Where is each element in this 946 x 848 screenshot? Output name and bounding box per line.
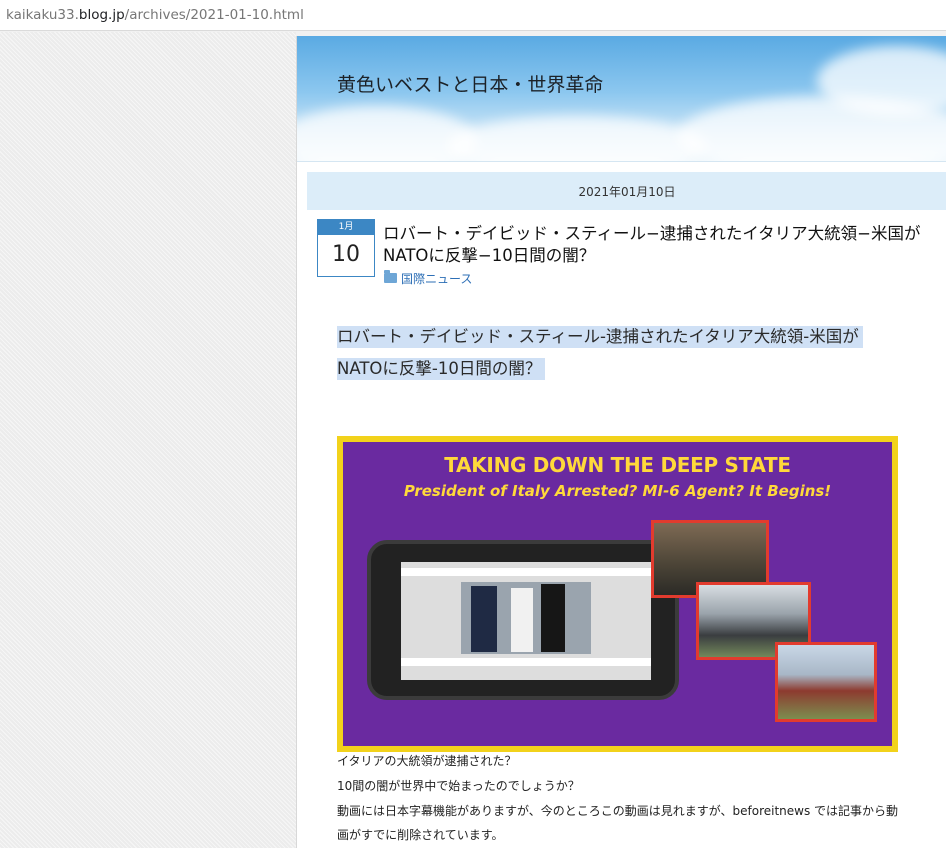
post-paragraph: 画がすでに削除されています。 bbox=[337, 828, 504, 842]
url-path: /archives/2021-01-10.html bbox=[124, 7, 304, 23]
thumbnail-subheadline: President of Italy Arrested? MI-6 Agent?… bbox=[403, 482, 832, 500]
calendar-day: 10 bbox=[332, 242, 360, 267]
thumbnail-headline: TAKING DOWN THE DEEP STATE bbox=[444, 453, 791, 477]
date-header-text: 2021年01月10日 bbox=[578, 185, 676, 199]
post-paragraph: 動画には日本字幕機能がありますが、今のところこの動画は見れますが、beforei… bbox=[337, 804, 899, 818]
calendar-date-badge: 1月 10 bbox=[317, 219, 375, 277]
blog-page: 黄色いベストと日本・世界革命 2021年01月10日 1月 10 ロバート・デイ… bbox=[296, 36, 946, 848]
post-title[interactable]: ロバート・デイビッド・スティール−逮捕されたイタリア大統領−米国がNATOに反撃… bbox=[383, 223, 943, 267]
address-bar[interactable]: kaikaku33.blog.jp/archives/2021-01-10.ht… bbox=[0, 0, 946, 31]
category-link[interactable]: 国際ニュース bbox=[401, 270, 472, 287]
url-host: blog.jp bbox=[78, 7, 125, 23]
post-body-heading: ロバート・デイビッド・スティール-逮捕されたイタリア大統領-米国が NATOに反… bbox=[337, 326, 917, 380]
photo-honor-guard bbox=[775, 642, 877, 722]
phone-image bbox=[367, 540, 679, 700]
calendar-month: 1月 bbox=[318, 220, 374, 235]
post-paragraph: 10間の闇が世界中で始まったのでしょうか？ bbox=[337, 779, 580, 793]
blog-header-banner: 黄色いベストと日本・世界革命 bbox=[297, 36, 946, 162]
post-category[interactable]: 国際ニュース bbox=[384, 270, 472, 286]
blog-title[interactable]: 黄色いベストと日本・世界革命 bbox=[337, 70, 603, 97]
url-prefix: kaikaku33. bbox=[6, 7, 79, 23]
url-text[interactable]: kaikaku33.blog.jp/archives/2021-01-10.ht… bbox=[6, 7, 304, 23]
thumbnail-image: TAKING DOWN THE DEEP STATE President of … bbox=[343, 442, 892, 746]
post-paragraph: イタリアの大統領が逮捕された？ bbox=[337, 754, 517, 768]
page-background bbox=[0, 32, 296, 848]
body-heading-line1: ロバート・デイビッド・スティール-逮捕されたイタリア大統領-米国が bbox=[337, 326, 863, 348]
phone-screen bbox=[401, 562, 651, 680]
folder-icon bbox=[384, 270, 397, 283]
video-thumbnail[interactable]: TAKING DOWN THE DEEP STATE President of … bbox=[337, 436, 898, 752]
date-header: 2021年01月10日 bbox=[307, 172, 946, 210]
body-heading-line2: NATOに反撃-10日間の闇？ bbox=[337, 358, 546, 380]
